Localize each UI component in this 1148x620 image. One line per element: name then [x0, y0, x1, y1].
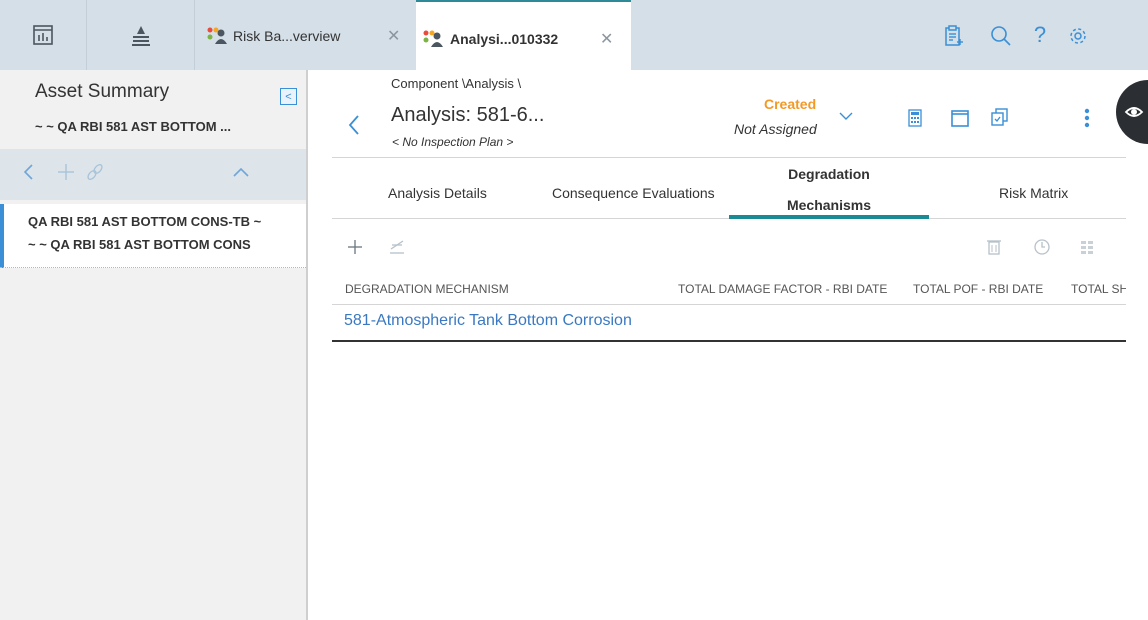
column-header[interactable]: TOTAL SH	[1071, 282, 1126, 296]
tab-label: Analysi...010332	[450, 31, 559, 47]
divider	[0, 267, 306, 268]
asset-subtitle: ~ ~ QA RBI 581 AST BOTTOM ...	[35, 119, 232, 134]
hierarchy-button[interactable]	[87, 0, 194, 70]
asset-item-line2: ~ ~ QA RBI 581 AST BOTTOM CONS	[28, 237, 251, 252]
column-header[interactable]: TOTAL DAMAGE FACTOR - RBI DATE	[678, 282, 887, 296]
collapse-icon[interactable]: <	[280, 88, 297, 105]
edit-icon[interactable]	[388, 239, 406, 255]
tab-risk-matrix[interactable]: Risk Matrix	[999, 185, 1068, 201]
mechanism-link[interactable]: 581-Atmospheric Tank Bottom Corrosion	[344, 312, 632, 330]
panel-title: Asset Summary	[35, 81, 170, 102]
copy-icon[interactable]	[990, 107, 1010, 127]
page-title: Analysis: 581-6...	[391, 104, 545, 126]
tab-consequence-evaluations[interactable]: Consequence Evaluations	[552, 185, 715, 201]
column-header[interactable]: TOTAL POF - RBI DATE	[913, 282, 1043, 296]
settings-button[interactable]	[1066, 24, 1090, 48]
top-tab-bar: Risk Ba...verview ✕ Analysi...010332 ✕ ?	[0, 0, 1148, 70]
tab-label: Mechanisms	[786, 197, 872, 213]
tab-label: Degradation	[788, 166, 870, 182]
tab-analysis[interactable]: Analysi...010332 ✕	[416, 0, 631, 70]
status-badge: Created	[764, 96, 817, 112]
add-icon[interactable]	[346, 238, 364, 256]
calculator-icon[interactable]	[907, 108, 923, 128]
side-panel-toggle[interactable]	[1116, 80, 1148, 144]
asset-list-item[interactable]: QA RBI 581 AST BOTTOM CONS-TB ~ ~ ~ QA R…	[0, 204, 306, 268]
tab-analysis-details[interactable]: Analysis Details	[388, 185, 487, 201]
grid-icon[interactable]	[1079, 239, 1095, 255]
asset-item-line1: QA RBI 581 AST BOTTOM CONS-TB ~	[28, 214, 262, 229]
delete-icon[interactable]	[986, 238, 1002, 256]
dashboard-button[interactable]	[0, 0, 86, 70]
asset-summary-panel: Asset Summary < ~ ~ QA RBI 581 AST BOTTO…	[0, 70, 308, 620]
search-button[interactable]	[989, 24, 1013, 48]
help-icon: ?	[1033, 22, 1047, 47]
help-button[interactable]: ?	[1028, 22, 1052, 48]
clock-icon[interactable]	[1033, 238, 1051, 256]
hierarchy-icon	[130, 24, 152, 46]
column-header[interactable]: DEGRADATION MECHANISM	[345, 282, 509, 296]
back-icon[interactable]	[22, 163, 36, 181]
add-icon[interactable]	[57, 163, 75, 181]
tab-label: Risk Ba...verview	[233, 28, 341, 44]
users-icon	[206, 26, 228, 44]
chevron-down-icon[interactable]	[838, 110, 854, 122]
eye-icon	[1124, 102, 1144, 122]
close-icon[interactable]: ✕	[600, 29, 613, 49]
active-tab-indicator	[729, 215, 929, 219]
divider	[332, 340, 1126, 342]
settings-icon	[1067, 25, 1089, 47]
assigned-label: Not Assigned	[734, 121, 817, 137]
left-toolbar	[0, 149, 306, 200]
link-icon[interactable]	[86, 162, 104, 182]
divider	[332, 157, 1126, 158]
tab-degradation-mechanisms[interactable]: Degradation Mechanisms	[729, 164, 929, 216]
more-icon[interactable]	[1084, 107, 1090, 129]
breadcrumb: Component \Analysis \	[391, 76, 522, 91]
tab-risk-overview[interactable]: Risk Ba...verview ✕	[195, 0, 410, 70]
clipboard-button[interactable]	[942, 24, 966, 48]
dashboard-icon	[32, 24, 54, 46]
chevron-up-icon[interactable]	[232, 165, 250, 179]
close-icon[interactable]: ✕	[387, 26, 400, 46]
users-icon	[422, 29, 444, 47]
divider	[332, 304, 1126, 305]
window-icon[interactable]	[950, 108, 970, 128]
back-icon[interactable]	[347, 114, 361, 136]
clipboard-icon	[944, 25, 964, 47]
inspection-plan-label: < No Inspection Plan >	[392, 135, 514, 149]
search-icon	[990, 25, 1012, 47]
